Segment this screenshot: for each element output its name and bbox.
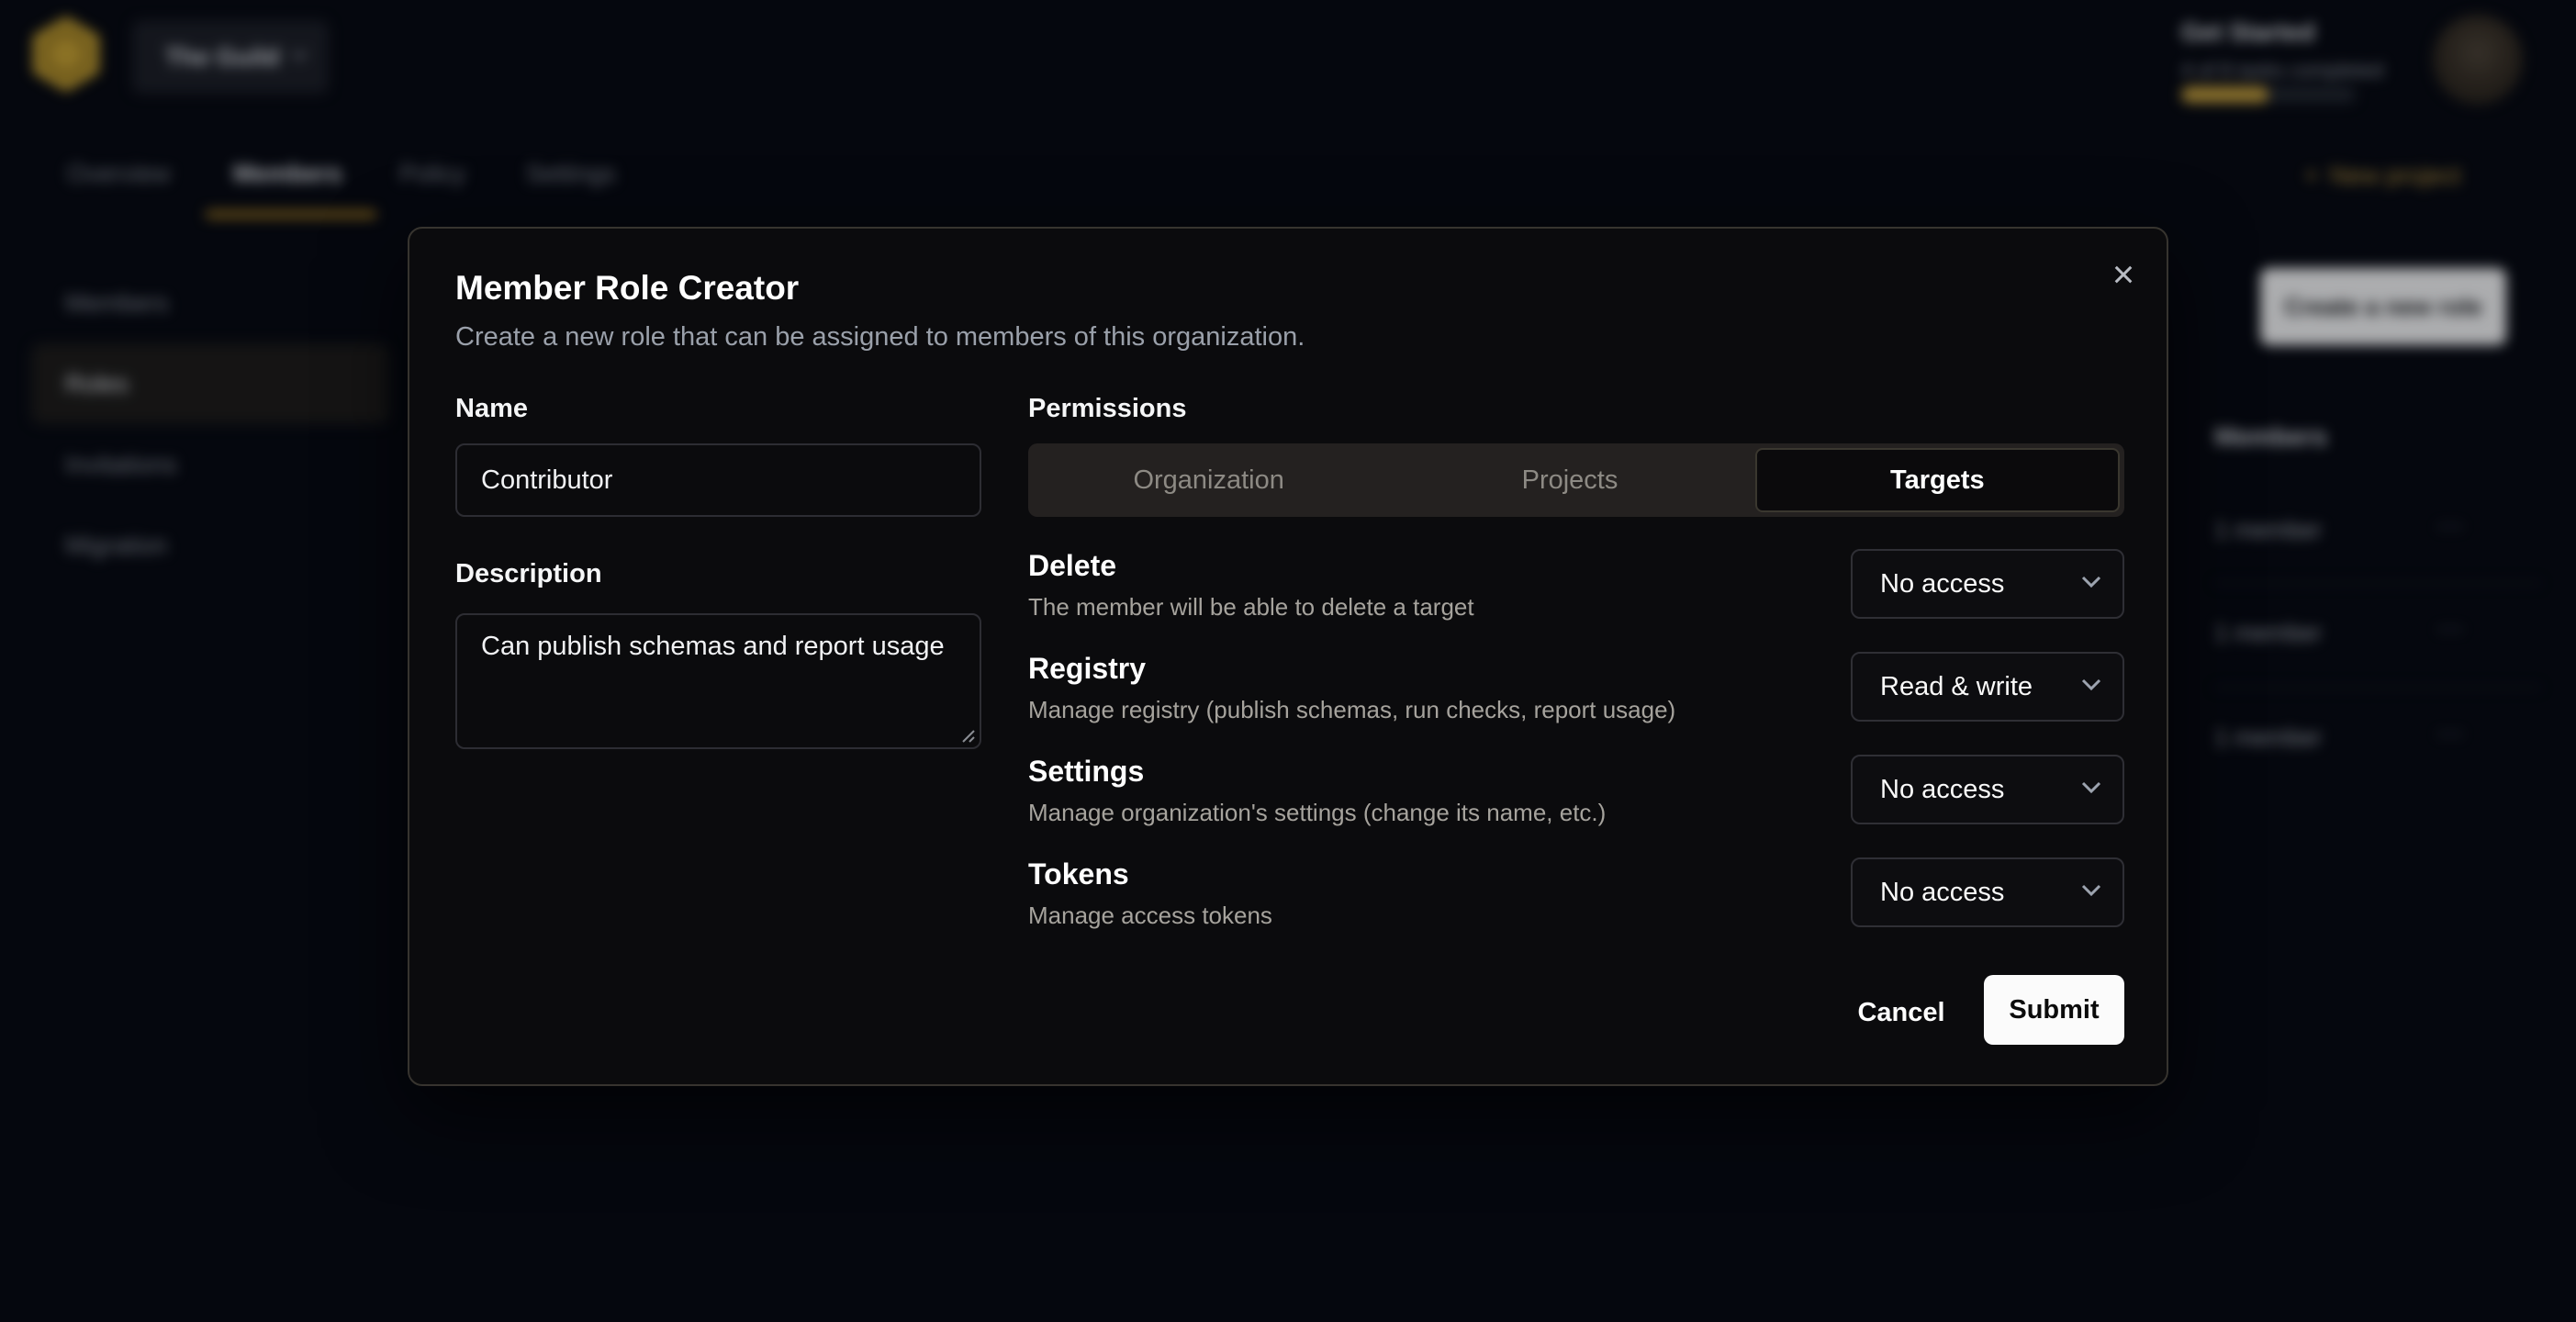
dialog-title: Member Role Creator <box>455 269 799 308</box>
permission-desc-delete: The member will be able to delete a targ… <box>1028 593 1474 622</box>
permission-desc-registry: Manage registry (publish schemas, run ch… <box>1028 696 1675 724</box>
description-label: Description <box>455 559 602 589</box>
chevron-down-icon <box>2080 678 2102 696</box>
permission-desc-settings: Manage organization's settings (change i… <box>1028 799 1606 827</box>
description-textarea[interactable]: Can publish schemas and report usage <box>455 613 981 749</box>
dialog-subtitle: Create a new role that can be assigned t… <box>455 322 1305 353</box>
tab-organization[interactable]: Organization <box>1028 443 1389 517</box>
cancel-button[interactable]: Cancel <box>1823 983 1979 1042</box>
permission-title-registry: Registry <box>1028 652 1146 686</box>
close-icon[interactable]: × <box>2101 252 2145 297</box>
delete-access-select[interactable]: No access <box>1851 549 2124 619</box>
member-role-creator-dialog: × Member Role Creator Create a new role … <box>408 227 2168 1086</box>
permissions-tab-bar: Organization Projects Targets <box>1028 443 2124 517</box>
submit-button[interactable]: Submit <box>1984 975 2124 1045</box>
permission-title-tokens: Tokens <box>1028 857 1129 891</box>
tab-projects[interactable]: Projects <box>1389 443 1750 517</box>
chevron-down-icon <box>2080 884 2102 902</box>
settings-access-select[interactable]: No access <box>1851 755 2124 824</box>
tokens-access-select[interactable]: No access <box>1851 857 2124 927</box>
chevron-down-icon <box>2080 576 2102 593</box>
name-input[interactable] <box>455 443 981 517</box>
permission-title-delete: Delete <box>1028 549 1116 583</box>
tab-targets[interactable]: Targets <box>1755 448 2120 512</box>
name-label: Name <box>455 394 528 424</box>
permission-title-settings: Settings <box>1028 755 1144 789</box>
chevron-down-icon <box>2080 781 2102 799</box>
permissions-label: Permissions <box>1028 394 1186 424</box>
registry-access-select[interactable]: Read & write <box>1851 652 2124 722</box>
permission-desc-tokens: Manage access tokens <box>1028 902 1272 930</box>
